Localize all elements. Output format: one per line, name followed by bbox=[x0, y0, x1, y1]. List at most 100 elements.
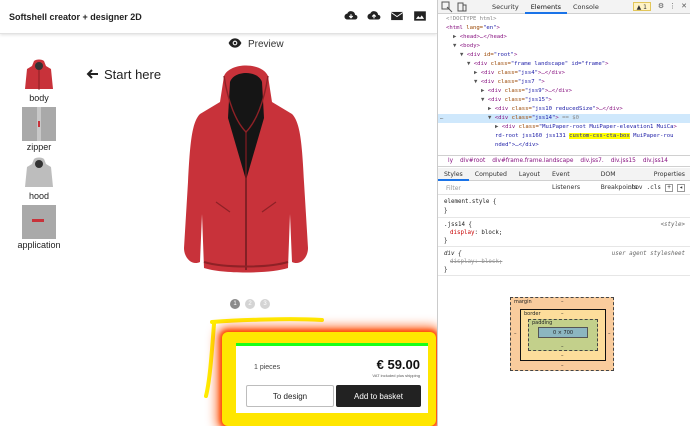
hood-icon bbox=[22, 156, 56, 190]
dom-node[interactable]: ▶ <div class="jss4">…</div> bbox=[438, 69, 690, 78]
styles-tabbar: Styles Computed Layout Event Listeners D… bbox=[438, 168, 690, 191]
thumb-zipper[interactable]: zipper bbox=[14, 107, 64, 152]
tab-layout[interactable]: Layout bbox=[513, 168, 546, 181]
download-icon[interactable] bbox=[344, 9, 358, 23]
margin-right: – bbox=[608, 331, 611, 337]
screen: Softshell creator + designer 2D Preview … bbox=[0, 0, 690, 426]
dom-node[interactable]: ▼ <div id="root"> bbox=[438, 51, 690, 60]
filter-input[interactable]: Filter bbox=[446, 185, 461, 192]
tab-security[interactable]: Security bbox=[486, 0, 525, 14]
arrow-left-icon bbox=[86, 67, 98, 82]
warnings-badge[interactable]: ▲ 1 bbox=[632, 2, 651, 11]
box-border[interactable]: border – – padding – 0 × 700 bbox=[520, 309, 606, 361]
eye-icon bbox=[228, 38, 242, 51]
app-toolbar bbox=[344, 9, 427, 23]
border-bottom: – bbox=[561, 353, 564, 359]
gallery-icon[interactable] bbox=[413, 9, 427, 23]
inspect-icon[interactable] bbox=[441, 1, 453, 13]
to-design-button[interactable]: To design bbox=[246, 385, 334, 407]
tab-styles[interactable]: Styles bbox=[438, 168, 469, 181]
dom-node[interactable]: <html lang="en"> bbox=[438, 24, 690, 33]
box-margin[interactable]: margin – – – – border – – padding – 0 × … bbox=[510, 297, 614, 371]
dom-node[interactable]: nded">…</div> bbox=[438, 141, 690, 150]
dom-tree: <!DOCTYPE html> <html lang="en"> ▶ <head>…… bbox=[438, 15, 690, 153]
cta-box: 1 pieces € 59.00 VAT included plus shipp… bbox=[236, 343, 428, 413]
tab-event-listeners[interactable]: Event Listeners bbox=[546, 168, 595, 191]
rule-element-style[interactable]: element.style { } bbox=[438, 196, 690, 218]
rule-selector: div { bbox=[444, 251, 462, 257]
app-bar: Softshell creator + designer 2D bbox=[0, 0, 437, 34]
rule-close: } bbox=[444, 267, 448, 273]
dom-node[interactable]: ▶ <div class="MuiPaper-root MuiPaper-ele… bbox=[438, 123, 690, 132]
start-here-label: Start here bbox=[104, 67, 162, 82]
thumb-hood[interactable]: hood bbox=[14, 156, 64, 201]
pager-dot[interactable]: 1 bbox=[230, 299, 240, 309]
gear-icon[interactable]: ⚙ bbox=[658, 2, 664, 10]
app-title: Softshell creator + designer 2D bbox=[9, 12, 142, 22]
dom-node[interactable]: ▼ <div class="jss7 "> bbox=[438, 78, 690, 87]
filter-controls: :hov .cls + ◂ bbox=[628, 184, 685, 192]
box-padding[interactable]: padding – 0 × 700 bbox=[528, 319, 598, 351]
breadcrumb-item[interactable]: div.jss7. bbox=[580, 158, 603, 164]
breadcrumb-item[interactable]: div#root bbox=[460, 158, 485, 164]
rule-close: } bbox=[444, 238, 448, 244]
tab-dom-breakpoints[interactable]: DOM Breakpoints bbox=[595, 168, 648, 191]
dom-node[interactable]: ▶ <div class="jss10 reducedSize">…</div> bbox=[438, 105, 690, 114]
devtools-controls: ⚙ ⋮ ✕ bbox=[658, 2, 687, 10]
app-panel: Softshell creator + designer 2D Preview … bbox=[0, 0, 437, 426]
tab-computed[interactable]: Computed bbox=[469, 168, 513, 181]
dom-node[interactable]: <!DOCTYPE html> bbox=[438, 15, 690, 24]
rule-source[interactable]: <style> bbox=[661, 222, 685, 228]
padding-bottom: – bbox=[561, 344, 564, 350]
box-model: margin – – – – border – – padding – 0 × … bbox=[510, 297, 614, 371]
breadcrumb-item[interactable]: div#frame.frame.landscape bbox=[492, 158, 573, 164]
dom-node[interactable]: rd-root jss160 jss131 custom-css-cta-box… bbox=[438, 132, 690, 141]
breadcrumb-item[interactable]: div.jss14 bbox=[643, 158, 668, 164]
dom-node[interactable]: ▼ <body> bbox=[438, 42, 690, 51]
rule-jss14[interactable]: .jss14 { <style> display: block; } bbox=[438, 219, 690, 247]
devtools-tabbar: Security Elements Console ▲ 1 ⚙ ⋮ ✕ bbox=[438, 0, 690, 14]
tab-properties[interactable]: Properties bbox=[648, 168, 690, 181]
device-toggle-icon[interactable] bbox=[456, 1, 468, 13]
dom-node[interactable]: ▼ <div class="jss15"> bbox=[438, 96, 690, 105]
hov-toggle[interactable]: :hov bbox=[628, 184, 642, 192]
thumb-label: body bbox=[29, 93, 49, 103]
rule-selector: .jss14 { bbox=[444, 222, 472, 228]
breadcrumb-item[interactable]: ly bbox=[448, 158, 453, 164]
margin-left: – bbox=[514, 331, 517, 337]
pager-dot[interactable]: 3 bbox=[260, 299, 270, 309]
tab-elements[interactable]: Elements bbox=[524, 0, 568, 14]
pager: 1 2 3 bbox=[230, 299, 270, 309]
close-icon[interactable]: ✕ bbox=[681, 2, 687, 10]
dom-node[interactable]: ▶ <div class="jss9">…</div> bbox=[438, 87, 690, 96]
breadcrumb: ly div#root div#frame.frame.landscape di… bbox=[438, 155, 690, 167]
sidebar-toggle-icon[interactable]: ◂ bbox=[677, 184, 685, 192]
content-size: 0 × 700 bbox=[553, 330, 574, 336]
rule-div-ua[interactable]: div { user agent stylesheet display: blo… bbox=[438, 248, 690, 276]
mail-icon[interactable] bbox=[390, 9, 404, 23]
tab-console[interactable]: Console bbox=[567, 0, 605, 14]
preview-toggle[interactable]: Preview bbox=[228, 38, 284, 51]
dom-node-selected[interactable]: … ▼ <div class="jss14"> == $0 bbox=[438, 114, 690, 123]
add-to-basket-button[interactable]: Add to basket bbox=[336, 385, 421, 407]
thumb-application[interactable]: application bbox=[14, 205, 64, 250]
jacket-preview bbox=[180, 62, 312, 276]
thumb-label: hood bbox=[28, 191, 50, 201]
rule-property[interactable]: display: block; bbox=[450, 230, 502, 236]
kebab-menu-icon[interactable]: ⋮ bbox=[669, 2, 676, 10]
add-rule-icon[interactable]: + bbox=[665, 184, 673, 192]
margin-top: – bbox=[561, 299, 564, 305]
dom-node[interactable]: ▶ <head>…</head> bbox=[438, 33, 690, 42]
upload-icon[interactable] bbox=[367, 9, 381, 23]
styles-filter: Filter :hov .cls + ◂ bbox=[438, 182, 690, 195]
rule-selector: element.style { bbox=[444, 199, 497, 205]
pager-dot[interactable]: 2 bbox=[245, 299, 255, 309]
thumb-body[interactable]: body bbox=[14, 58, 64, 103]
application-icon bbox=[22, 205, 56, 239]
price: € 59.00 bbox=[376, 357, 420, 372]
breadcrumb-item[interactable]: div.jss15 bbox=[611, 158, 636, 164]
box-content[interactable]: 0 × 700 bbox=[538, 327, 588, 338]
zipper-icon bbox=[22, 107, 56, 141]
dom-node[interactable]: ▼ <div class="frame landscape" id="frame… bbox=[438, 60, 690, 69]
cls-toggle[interactable]: .cls bbox=[647, 184, 661, 192]
